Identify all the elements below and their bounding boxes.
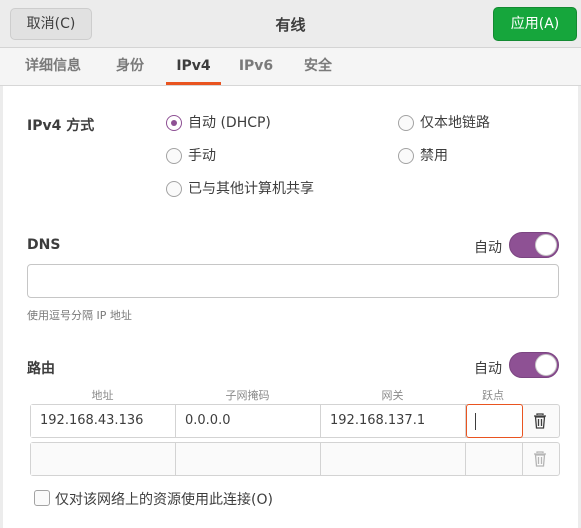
delete-route-icon (534, 451, 546, 467)
radio-indicator (166, 181, 182, 197)
radio-disabled[interactable]: 禁用 (398, 146, 448, 166)
dns-hint: 使用逗号分隔 IP 地址 (27, 309, 132, 322)
tab-security[interactable]: 安全 (293, 48, 343, 85)
column-header-netmask: 子网掩码 (225, 389, 270, 402)
header-bar: 取消(C) 有线 应用(A) (0, 0, 581, 48)
route-gateway-field[interactable]: 192.168.137.1 (321, 405, 466, 437)
radio-indicator (166, 148, 182, 164)
routes-auto-label: 自动 (474, 361, 502, 377)
route-metric-field[interactable] (466, 443, 523, 475)
routes-label: 路由 (27, 361, 55, 377)
route-row: 192.168.43.136 0.0.0.0 192.168.137.1 (30, 404, 560, 438)
ipv4-method-label: IPv4 方式 (27, 118, 95, 134)
radio-indicator (166, 115, 182, 131)
route-netmask-field[interactable]: 0.0.0.0 (176, 405, 321, 437)
route-gateway-field[interactable] (321, 443, 466, 475)
route-address-field[interactable]: 192.168.43.136 (31, 405, 176, 437)
only-local-resources-checkbox[interactable] (34, 490, 50, 506)
radio-indicator (398, 148, 414, 164)
tab-ipv6[interactable]: IPv6 (232, 48, 280, 85)
column-header-gateway: 网关 (381, 389, 404, 402)
route-netmask-field[interactable] (176, 443, 321, 475)
radio-label: 仅本地链路 (420, 115, 490, 131)
toggle-knob (535, 354, 557, 376)
route-address-field[interactable] (31, 443, 176, 475)
tab-identity[interactable]: 身份 (106, 48, 154, 85)
dns-auto-toggle[interactable] (509, 232, 559, 258)
radio-label: 禁用 (420, 148, 448, 164)
routes-auto-toggle[interactable] (509, 352, 559, 378)
radio-shared[interactable]: 已与其他计算机共享 (166, 179, 314, 199)
radio-manual[interactable]: 手动 (166, 146, 216, 166)
radio-auto-dhcp[interactable]: 自动 (DHCP) (166, 113, 271, 133)
radio-link-local[interactable]: 仅本地链路 (398, 113, 490, 133)
column-header-address: 地址 (91, 389, 114, 402)
dns-input[interactable] (27, 264, 559, 298)
text-cursor (475, 413, 476, 430)
delete-route-icon[interactable] (531, 412, 549, 430)
route-row (30, 442, 560, 476)
toggle-knob (535, 234, 557, 256)
route-metric-field[interactable] (466, 404, 523, 438)
tab-details[interactable]: 详细信息 (13, 48, 93, 85)
radio-label: 手动 (188, 148, 216, 164)
apply-button[interactable]: 应用(A) (493, 7, 577, 41)
dns-label: DNS (27, 237, 61, 253)
radio-label: 已与其他计算机共享 (188, 181, 314, 197)
ipv4-settings-panel: IPv4 方式 自动 (DHCP) 仅本地链路 手动 禁用 已与其他计算机共享 … (0, 86, 581, 528)
only-local-resources-label[interactable]: 仅对该网络上的资源使用此连接(O) (55, 489, 273, 509)
tab-bar: 详细信息 身份 IPv4 IPv6 安全 (0, 48, 581, 86)
column-header-metric: 跃点 (482, 389, 504, 402)
radio-indicator (398, 115, 414, 131)
radio-label: 自动 (DHCP) (188, 115, 271, 131)
tab-ipv4[interactable]: IPv4 (166, 48, 221, 85)
dns-auto-label: 自动 (474, 240, 502, 256)
